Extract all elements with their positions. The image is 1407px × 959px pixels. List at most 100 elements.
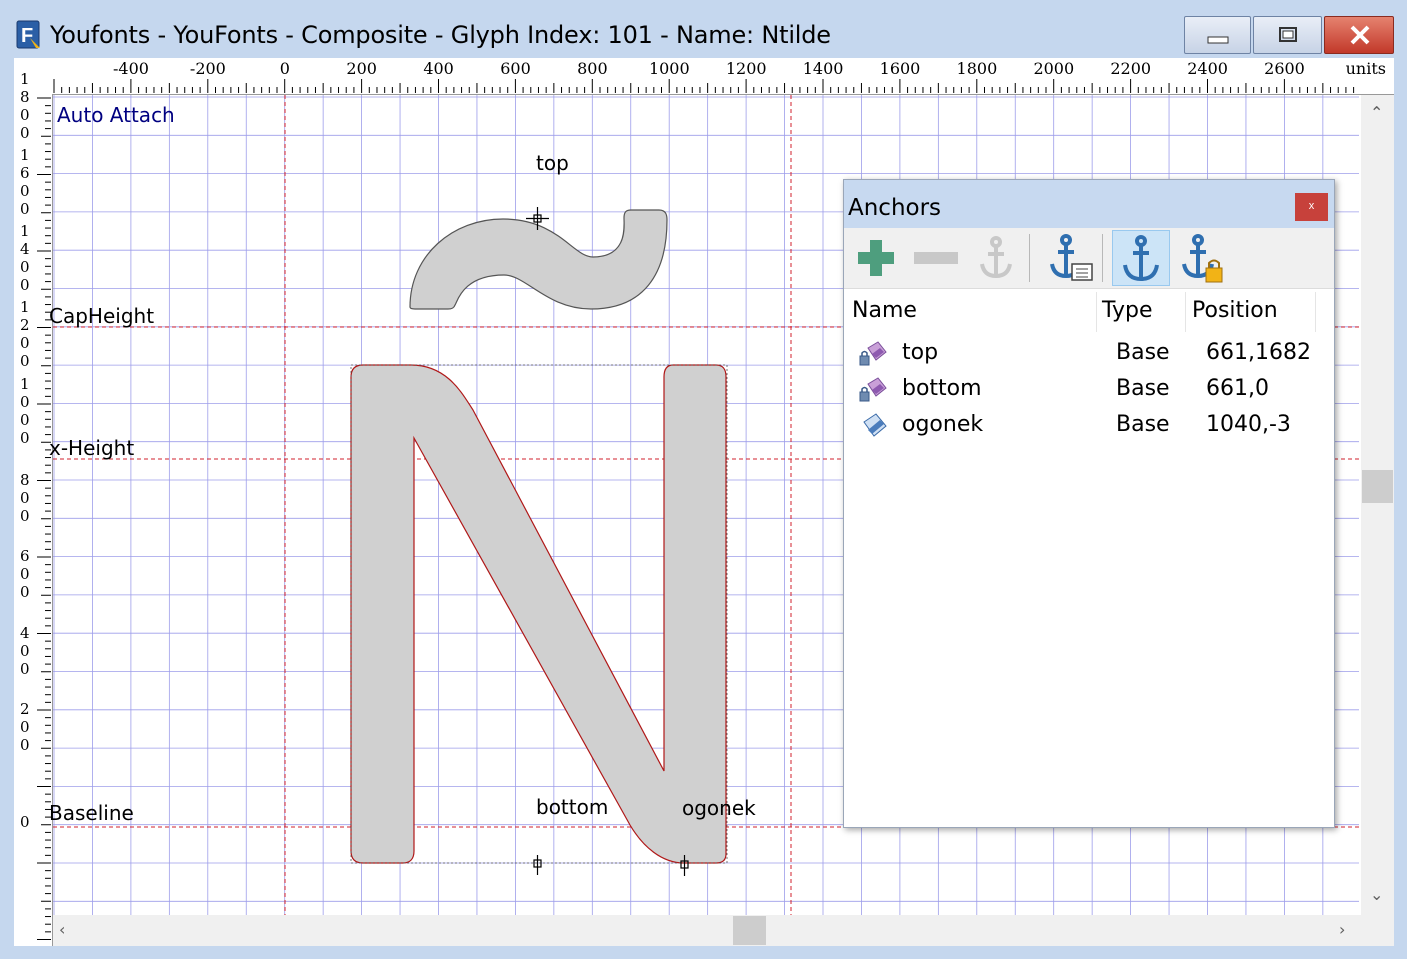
ruler-tick-label: 1 [20,298,30,316]
ruler-tick-label: 1200 [725,59,767,78]
anchors-close-button[interactable]: x [1295,193,1328,221]
column-header-position[interactable]: Position [1192,298,1278,323]
ruler-tick-label: 400 [423,59,454,78]
table-row[interactable]: bottom Base 661,0 [846,372,1332,408]
anchor-icon [1123,235,1159,282]
application-window: F Youfonts - YouFonts - Composite - Glyp… [0,0,1407,959]
anchor-top-label[interactable]: top [536,151,569,175]
anchors-panel-titlebar[interactable]: Anchors x [844,180,1334,228]
vertical-ruler[interactable]: 180016001400120010008006004002000 [14,70,53,946]
remove-anchor-button[interactable] [908,230,966,286]
scrollbar-corner [1361,915,1394,946]
horizontal-ruler[interactable]: -400 -200 0 200 400 600 800 1000 1200 1400 1600 180… [14,58,1394,95]
eraser-icon [863,413,887,437]
column-divider[interactable] [1315,292,1316,332]
ruler-tick-label: 0 [20,736,30,754]
ruler-tick-label: 2400 [1187,59,1228,78]
anchors-table-header: Name Type Position [846,290,1332,334]
anchors-toolbar [844,228,1334,289]
locked-eraser-icon [859,377,887,402]
anchor-ogonek-label[interactable]: ogonek [682,796,756,820]
minimize-button[interactable] [1184,16,1251,54]
window-title: Youfonts - YouFonts - Composite - Glyph … [50,21,831,49]
close-icon [1350,25,1370,45]
minimize-icon [1207,36,1229,44]
svg-text:F: F [21,25,33,47]
ruler-tick-label: 0 [20,507,30,525]
ruler-tick-label: 0 [20,660,30,678]
auto-attach-label[interactable]: Auto Attach [57,103,175,127]
ruler-tick-label: 2 [20,700,30,718]
ruler-tick-label: 0 [20,106,30,124]
add-icon [858,240,894,276]
ruler-tick-label: -200 [189,59,226,78]
ruler-tick-label: 1800 [956,59,998,78]
ruler-tick-label: 8 [20,88,30,106]
anchor-lock-button[interactable] [1174,230,1232,286]
column-divider[interactable] [1096,292,1097,332]
vertical-scroll-thumb[interactable] [1362,470,1393,503]
font-app-icon: F [16,20,40,49]
anchor-position: 661,0 [1206,376,1269,401]
anchors-table: Name Type Position top Base 661,1682 bot… [846,290,1332,825]
scroll-left-icon[interactable]: ‹ [59,920,65,939]
ruler-tick-label: 0 [20,182,30,200]
title-bar[interactable]: F Youfonts - YouFonts - Composite - Glyp… [0,0,1407,58]
column-header-name[interactable]: Name [852,298,917,323]
anchor-mode-button[interactable] [1112,230,1170,286]
ruler-tick-label: 0 [20,276,30,294]
column-header-type[interactable]: Type [1102,298,1153,323]
ruler-tick-label: 200 [346,59,377,78]
baseline-label: Baseline [49,801,134,825]
ruler-tick-label: 0 [20,258,30,276]
ruler-tick-label: 4 [20,624,30,642]
ruler-tick-label: 2200 [1110,59,1152,78]
ruler-tick-label: 0 [20,642,30,660]
ruler-tick-label: 4 [20,240,30,258]
toolbar-separator [1102,234,1103,282]
horizontal-scroll-thumb[interactable] [733,916,766,945]
anchor-bottom-label[interactable]: bottom [536,795,608,819]
ruler-tick-label: 0 [20,334,30,352]
maximize-button[interactable] [1253,16,1322,54]
ruler-tick-label: 0 [20,352,30,370]
ruler-tick-label: 6 [20,547,30,565]
add-anchor-button[interactable] [848,230,906,286]
anchors-panel-title: Anchors [848,195,942,221]
table-row[interactable]: top Base 661,1682 [846,336,1332,372]
table-row[interactable]: ogonek Base 1040,-3 [846,408,1332,444]
ruler-tick-label: 0 [20,429,30,447]
remove-icon [914,252,958,264]
ruler-tick-label: 2000 [1033,59,1075,78]
anchor-type: Base [1116,412,1170,437]
ruler-tick-label: 2600 [1264,59,1305,78]
anchor-list-button[interactable] [1040,230,1098,286]
ruler-tick-label: 0 [20,124,30,142]
horizontal-scrollbar[interactable]: ‹ › [53,915,1361,946]
ruler-tick-label: 0 [20,489,30,507]
anchors-panel: Anchors x Name Type Position top Base 66… [843,179,1335,828]
x-height-label: x-Height [49,436,135,460]
vertical-scrollbar[interactable]: ⌃ ⌄ [1361,95,1394,915]
ruler-tick-label: 0 [279,59,290,78]
scroll-right-icon[interactable]: › [1339,920,1345,939]
ruler-tick-label: 6 [20,164,30,182]
ruler-tick-label: 600 [500,59,531,78]
scroll-up-icon[interactable]: ⌃ [1370,103,1383,122]
ruler-tick-label: 0 [20,565,30,583]
ruler-tick-label: 800 [577,59,608,78]
ruler-tick-label: 8 [20,471,30,489]
edit-anchor-button[interactable] [968,230,1026,286]
maximize-icon [1279,27,1297,42]
toolbar-separator [1029,234,1030,282]
scroll-down-icon[interactable]: ⌄ [1370,885,1383,904]
anchor-position: 661,1682 [1206,340,1311,365]
anchor-name: bottom [902,376,982,401]
ruler-tick-label: -400 [113,59,149,78]
edit-anchor-icon [980,236,1012,279]
locked-eraser-icon [859,341,887,366]
ruler-tick-label: 1600 [879,59,921,78]
tilde-glyph [409,209,668,310]
close-button[interactable] [1324,16,1394,54]
column-divider[interactable] [1185,292,1186,332]
